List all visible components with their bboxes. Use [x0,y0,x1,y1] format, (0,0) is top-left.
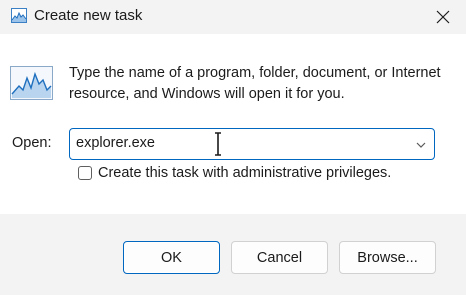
dialog-content: Type the name of a program, folder, docu… [0,34,466,214]
performance-chart-icon [10,66,53,100]
ok-button[interactable]: OK [123,241,220,274]
text-cursor-icon [215,132,221,156]
window-title: Create new task [34,7,143,24]
open-label: Open: [12,135,52,151]
chevron-down-icon[interactable] [415,139,427,151]
cancel-button[interactable]: Cancel [231,241,328,274]
task-manager-icon [11,8,27,23]
open-combobox[interactable]: explorer.exe [69,128,435,160]
admin-privileges-checkbox[interactable] [78,166,92,180]
instruction-text: Type the name of a program, folder, docu… [69,65,441,102]
browse-button[interactable]: Browse... [339,241,436,274]
close-icon [436,10,450,24]
title-bar[interactable]: Create new task [0,0,466,34]
open-input[interactable]: explorer.exe [76,135,155,151]
admin-privileges-label[interactable]: Create this task with administrative pri… [98,165,391,181]
close-button[interactable] [420,0,466,34]
create-new-task-dialog: Create new task Type the name of a progr… [0,0,466,295]
admin-privileges-option[interactable]: Create this task with administrative pri… [78,163,391,183]
